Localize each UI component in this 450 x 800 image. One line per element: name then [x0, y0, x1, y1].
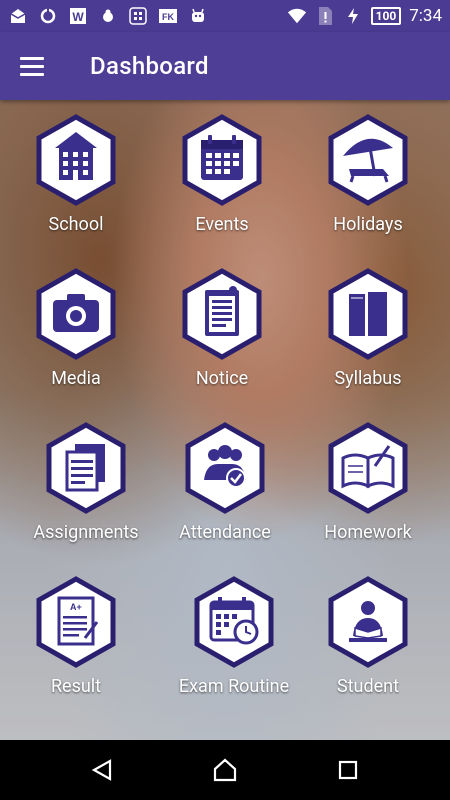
result-sheet-icon: A+	[35, 576, 117, 668]
svg-text:W: W	[72, 10, 84, 24]
assignment-papers-icon	[45, 422, 127, 514]
tile-label: School	[48, 214, 104, 235]
bug-icon	[98, 6, 118, 26]
tile-label: Exam Routine	[178, 676, 290, 697]
calendar-clock-icon	[193, 576, 275, 668]
calendar-icon	[181, 114, 263, 206]
school-building-icon	[35, 114, 117, 206]
tile-label: Assignments	[33, 522, 139, 543]
system-status: 100 7:34	[287, 6, 442, 26]
tile-label: Notice	[195, 368, 249, 389]
battery-level: 100	[370, 7, 402, 25]
fk-app-icon: FK	[158, 6, 178, 26]
tile-notice[interactable]: Notice	[157, 268, 287, 418]
tile-media[interactable]: Media	[11, 268, 141, 418]
tile-label: Attendance	[179, 522, 271, 543]
app-bar: Dashboard	[0, 32, 450, 100]
notification-icons: W FK	[8, 6, 208, 26]
tile-result[interactable]: A+ Result	[11, 576, 141, 726]
hamburger-menu-icon[interactable]	[20, 51, 50, 81]
svg-text:A+: A+	[70, 602, 82, 612]
group-check-icon	[184, 422, 266, 514]
tile-label: Media	[51, 368, 101, 389]
tile-assignments[interactable]: Assignments	[21, 422, 151, 572]
back-triangle-icon[interactable]	[82, 750, 122, 790]
beach-umbrella-icon	[327, 114, 409, 206]
tile-school[interactable]: School	[11, 114, 141, 264]
tile-label: Holidays	[333, 214, 403, 235]
android-icon	[188, 6, 208, 26]
home-icon[interactable]	[205, 750, 245, 790]
w-app-icon: W	[68, 6, 88, 26]
wifi-icon	[287, 6, 307, 26]
recents-square-icon[interactable]	[328, 750, 368, 790]
tile-syllabus[interactable]: Syllabus	[303, 268, 433, 418]
clock: 7:34	[409, 6, 442, 26]
camera-icon	[35, 268, 117, 360]
status-bar: W FK 100 7:34	[0, 0, 450, 32]
sim-alert-icon	[315, 6, 335, 26]
dashboard-grid: School Events Holidays Media Notice Syll…	[0, 100, 450, 720]
svg-text:FK: FK	[162, 12, 174, 22]
notice-clipboard-icon	[181, 268, 263, 360]
tile-label: Events	[195, 214, 249, 235]
books-icon	[327, 268, 409, 360]
grid-app-icon	[128, 6, 148, 26]
tile-label: Result	[50, 676, 102, 697]
mail-icon	[8, 6, 28, 26]
tile-label: Syllabus	[334, 368, 402, 389]
tile-attendance[interactable]: Attendance	[160, 422, 290, 572]
tile-events[interactable]: Events	[157, 114, 287, 264]
tile-student[interactable]: Student	[303, 576, 433, 726]
sync-icon	[38, 6, 58, 26]
tile-homework[interactable]: Homework	[303, 422, 433, 572]
page-title: Dashboard	[90, 52, 209, 80]
charging-icon	[343, 6, 363, 26]
student-reading-icon	[327, 576, 409, 668]
open-book-pen-icon	[327, 422, 409, 514]
tile-label: Student	[336, 676, 400, 697]
tile-exam-routine[interactable]: Exam Routine	[169, 576, 299, 726]
system-nav-bar	[0, 740, 450, 800]
tile-holidays[interactable]: Holidays	[303, 114, 433, 264]
tile-label: Homework	[324, 522, 412, 543]
